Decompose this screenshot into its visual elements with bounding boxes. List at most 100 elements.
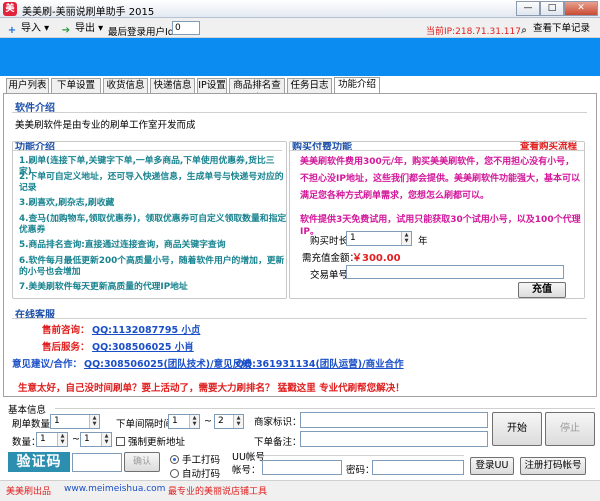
auto-code-radio[interactable]: 自动打码 — [170, 466, 220, 480]
promo-note[interactable]: 生意太好，自己没时间刷单？要上活动了，需要大力刷排名？ 猛戳这里 专业代刷帮您解… — [18, 380, 405, 394]
tab-ip-settings[interactable]: IP设置 — [197, 78, 227, 93]
tab-express-info[interactable]: 快递信息 — [150, 78, 195, 93]
register-code-account-button[interactable]: 注册打码帐号 — [520, 457, 586, 475]
features-box: 1.刷单(连接下单,关键字下单,一单多商品,下单使用优惠券,货比三家) 2.下单… — [12, 141, 287, 299]
account-label: 帐号： — [232, 465, 261, 476]
quantity-tilde: ~ — [72, 434, 80, 445]
import-label: 导入 — [21, 23, 41, 34]
quantity-to-spinner[interactable]: 1 ▲ ▼ — [80, 432, 112, 447]
interval-to-value: 2 — [218, 416, 224, 426]
radio-icon — [170, 469, 179, 478]
basic-info-heading: 基本信息 — [8, 405, 47, 416]
quantity-to-value: 1 — [84, 434, 90, 444]
captcha-image: 验证码 — [8, 452, 70, 472]
amount-label: 需充值金额： — [302, 253, 360, 264]
feature-item: 6.软件每月最低更新200个高质量小号，随着软件用户的增加，更新的小号也会增加 — [19, 256, 285, 277]
divider — [264, 455, 464, 456]
divider — [12, 318, 587, 319]
interval-to-spinner[interactable]: 2 ▲ ▼ — [214, 414, 244, 429]
spinner-arrows-icon[interactable]: ▲ ▼ — [233, 415, 243, 428]
tab-task-log[interactable]: 任务日志 — [287, 78, 332, 93]
view-orders-label: 查看下单记录 — [533, 23, 591, 34]
purchase-description: 美美刷软件费用300元/年，购买美美刷软件，您不用担心没有小号，不担心没IP地址… — [300, 157, 580, 201]
dropdown-arrow-icon: ▾ — [41, 23, 50, 34]
uu-account-heading: UU帐号 — [232, 452, 265, 463]
minimize-button[interactable]: — — [516, 1, 540, 16]
order-note-input[interactable] — [300, 431, 488, 447]
feature-item: 4.查马(加购物车,领取优惠券)，领取优惠券可自定义领取数量和指定优惠券 — [19, 214, 287, 235]
aftersale-label: 售后服务： — [42, 342, 90, 353]
status-brand: 美美刷出品 — [6, 487, 52, 497]
purchase-box: 美美刷软件费用300元/年，购买美美刷软件，您不用担心没有小号，不担心没IP地址… — [289, 141, 585, 299]
banner — [0, 38, 600, 76]
spinner-arrows-icon[interactable]: ▲ ▼ — [89, 415, 99, 428]
export-label: 导出 — [75, 23, 95, 34]
feature-item: 2.下单可自定义地址，还可导入快递信息，生成单号与快递号对应的记录 — [19, 172, 284, 193]
start-button[interactable]: 开始 — [492, 412, 542, 446]
recharge-button[interactable]: 充值 — [518, 282, 566, 298]
login-uu-button[interactable]: 登录UU — [470, 457, 514, 475]
export-button[interactable]: ➔ 导出 ▾ — [60, 21, 103, 36]
aftersale-qq-link[interactable]: QQ:308506025 小肖 — [92, 339, 194, 353]
manual-code-label: 手工打码 — [182, 455, 221, 466]
plus-icon: + — [7, 25, 17, 36]
checkbox-icon — [116, 437, 125, 446]
tab-order-settings[interactable]: 下单设置 — [51, 78, 101, 93]
maximize-button[interactable]: □ — [540, 1, 564, 16]
auto-code-label: 自动打码 — [182, 469, 221, 480]
duration-unit: 年 — [418, 236, 428, 247]
spinner-arrows-icon[interactable]: ▲ ▼ — [101, 433, 111, 446]
feature-item: 7.美美刷软件每天更新高质量的代理IP地址 — [19, 282, 188, 292]
feedback-qq-link-ops[interactable]: QQ:361931134(团队运营)/商业合作 — [236, 356, 404, 370]
feature-item: 3.刷喜欢,刷杂志,刷收藏 — [19, 198, 115, 208]
app-logo-icon: 美 — [3, 2, 17, 16]
force-update-checkbox[interactable]: 强制更新地址 — [116, 434, 185, 448]
dropdown-arrow-icon: ▾ — [95, 23, 104, 34]
account-input[interactable] — [262, 460, 342, 475]
window-title: 美美刷-美丽说刷单助手 2015 — [22, 7, 155, 18]
tab-user-list[interactable]: 用户列表 — [6, 78, 49, 93]
duration-spinner[interactable]: 1 ▲ ▼ — [346, 231, 412, 246]
password-label: 密码： — [346, 465, 375, 476]
captcha-input[interactable] — [72, 453, 122, 472]
merchant-input[interactable] — [300, 412, 488, 428]
quantity-from-spinner[interactable]: 1 ▲ ▼ — [36, 432, 68, 447]
force-update-label: 强制更新地址 — [128, 437, 186, 448]
confirm-button[interactable]: 确认 — [124, 452, 160, 472]
order-number-input[interactable] — [346, 265, 564, 279]
stop-button[interactable]: 停止 — [545, 412, 595, 446]
tab-bar: 用户列表 下单设置 收货信息 快递信息 IP设置 商品排名查询 任务日志 功能介… — [0, 77, 600, 104]
quantity-from-value: 1 — [40, 434, 46, 444]
feature-item: 5.商品排名查询:直接通过连接查询，商品关键字查询 — [19, 240, 226, 250]
view-orders-button[interactable]: ⌕ 查看下单记录 — [518, 21, 590, 36]
current-ip: 当前IP:218.71.31.117 — [426, 27, 521, 37]
feedback-label: 意见建议/合作： — [12, 359, 82, 370]
spinner-arrows-icon[interactable]: ▲ ▼ — [189, 415, 199, 428]
tab-shipping-info[interactable]: 收货信息 — [103, 78, 148, 93]
password-input[interactable] — [372, 460, 464, 475]
divider — [12, 112, 587, 113]
tab-feature-intro[interactable]: 功能介绍 — [334, 77, 380, 94]
export-icon: ➔ — [61, 25, 71, 36]
status-url-link[interactable]: www.meimeishua.com — [64, 484, 165, 494]
order-count-value: 1 — [54, 416, 60, 426]
status-slogan: 最专业的美丽说店铺工具 — [168, 487, 268, 497]
divider — [55, 408, 595, 409]
spinner-arrows-icon[interactable]: ▲ ▼ — [401, 232, 411, 245]
presale-label: 售前咨询： — [42, 325, 90, 336]
duration-value: 1 — [350, 233, 356, 243]
radio-selected-icon — [170, 455, 179, 464]
interval-from-spinner[interactable]: 1 ▲ ▼ — [168, 414, 200, 429]
close-button[interactable]: ✕ — [564, 1, 598, 16]
order-note-label: 下单备注： — [254, 437, 302, 448]
spinner-arrows-icon[interactable]: ▲ ▼ — [57, 433, 67, 446]
last-user-input[interactable]: 0 — [172, 21, 200, 35]
presale-qq-link[interactable]: QQ:1132087795 小贞 — [92, 322, 200, 336]
tab-rank-query[interactable]: 商品排名查询 — [229, 78, 285, 104]
manual-code-radio[interactable]: 手工打码 — [170, 452, 220, 466]
feedback-qq-link-tech[interactable]: QQ:308506025(团队技术)/意见反馈 — [84, 356, 252, 370]
interval-from-value: 1 — [172, 416, 178, 426]
order-count-spinner[interactable]: 1 ▲ ▼ — [50, 414, 100, 429]
merchant-label: 商家标识： — [254, 417, 302, 428]
import-button[interactable]: + 导入 ▾ — [6, 21, 49, 36]
